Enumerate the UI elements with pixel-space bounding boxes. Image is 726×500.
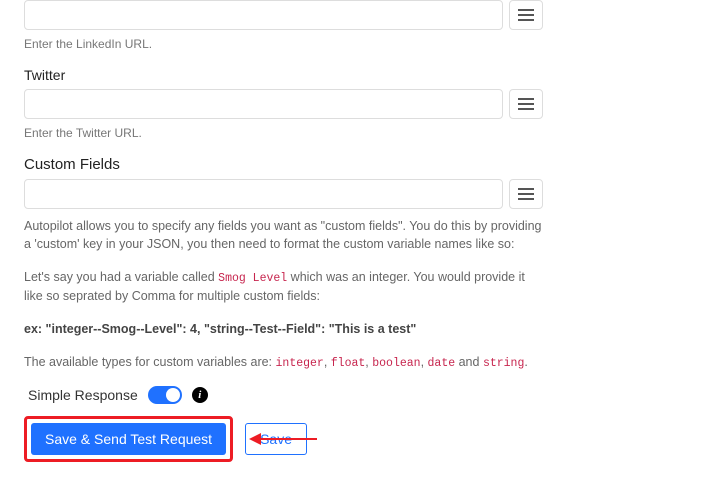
save-send-test-request-button[interactable]: Save & Send Test Request [31,423,226,455]
hamburger-icon [518,188,534,200]
code-smog-level: Smog Level [218,272,287,285]
custom-fields-input[interactable] [24,179,503,209]
info-icon[interactable]: i [192,387,208,403]
custom-fields-types: The available types for custom variables… [24,353,543,372]
twitter-input[interactable] [24,89,503,119]
linkedin-input[interactable] [24,0,503,30]
custom-fields-description-2: Let's say you had a variable called Smog… [24,268,543,306]
annotation-highlight-box: Save & Send Test Request [24,416,233,462]
custom-fields-options-button[interactable] [509,179,543,209]
simple-response-label: Simple Response [28,387,138,403]
custom-fields-description-1: Autopilot allows you to specify any fiel… [24,217,543,255]
linkedin-helper: Enter the LinkedIn URL. [24,36,543,53]
linkedin-options-button[interactable] [509,0,543,30]
twitter-label: Twitter [24,67,543,83]
hamburger-icon [518,98,534,110]
custom-fields-label: Custom Fields [24,156,543,173]
custom-fields-example: ex: "integer--Smog--Level": 4, "string--… [24,320,543,339]
twitter-options-button[interactable] [509,89,543,119]
hamburger-icon [518,9,534,21]
simple-response-toggle[interactable] [148,386,182,404]
save-button[interactable]: Save [245,423,307,455]
twitter-helper: Enter the Twitter URL. [24,125,543,142]
